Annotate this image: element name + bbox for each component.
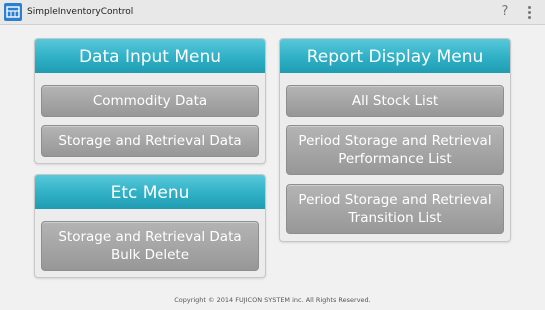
data-input-menu-title: Data Input Menu [35,39,265,73]
storage-retrieval-data-button[interactable]: Storage and Retrieval Data [41,125,259,157]
bulk-delete-button[interactable]: Storage and Retrieval Data Bulk Delete [41,221,259,271]
period-performance-list-button[interactable]: Period Storage and Retrieval Performance… [286,125,504,175]
report-display-menu-panel: Report Display Menu All Stock List Perio… [279,38,511,242]
all-stock-list-button[interactable]: All Stock List [286,85,504,117]
help-icon[interactable]: ? [498,4,512,20]
etc-menu-panel: Etc Menu Storage and Retrieval Data Bulk… [34,174,266,278]
period-transition-list-button[interactable]: Period Storage and Retrieval Transition … [286,184,504,234]
overflow-menu-icon[interactable] [524,4,534,20]
data-input-menu-panel: Data Input Menu Commodity Data Storage a… [34,38,266,164]
report-display-menu-title: Report Display Menu [280,39,510,73]
copyright-footer: Copyright © 2014 FUJICON SYSTEM inc. All… [174,296,371,304]
app-title: SimpleInventoryControl [27,7,134,17]
action-bar: SimpleInventoryControl ? [0,0,545,25]
app-icon[interactable] [4,3,22,21]
commodity-data-button[interactable]: Commodity Data [41,85,259,117]
etc-menu-title: Etc Menu [35,175,265,209]
